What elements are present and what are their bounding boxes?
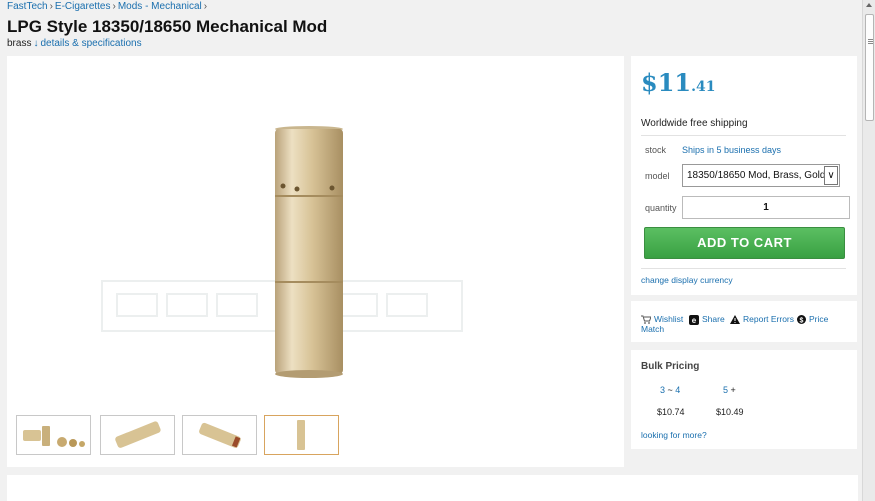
quantity-input[interactable]: 1 [682, 196, 850, 219]
bulk-tier-2-price: $10.49 [716, 407, 744, 417]
thumbnail-4[interactable] [264, 415, 339, 455]
stock-value: Ships in 5 business days [682, 145, 782, 155]
price-cents: .41 [691, 79, 716, 95]
breadcrumb-ecigarettes[interactable]: E-Cigarettes [55, 1, 111, 12]
grip-icon [868, 39, 873, 40]
price-dollars: $11 [641, 68, 692, 97]
wishlist-label: Wishlist [654, 314, 684, 324]
product-subtitle: brass ↓ details & specifications [7, 38, 142, 49]
thumbnail-2[interactable] [100, 415, 175, 455]
scrollbar-thumb[interactable] [865, 14, 874, 121]
svg-text:$: $ [800, 318, 804, 325]
quantity-label: quantity [645, 203, 677, 213]
breadcrumb: FastTech › E-Cigarettes › Mods - Mechanical › [7, 1, 209, 12]
thumbnail-image [23, 426, 85, 447]
page-title: LPG Style 18350/18650 Mechanical Mod [7, 17, 328, 36]
model-selected-value: 18350/18650 Mod, Brass, Gold [687, 170, 826, 181]
share-label: Share [702, 314, 725, 324]
stock-label: stock [645, 145, 667, 155]
main-product-image [101, 126, 463, 378]
price-match-label: Price [809, 314, 829, 324]
product-image-panel [7, 56, 624, 467]
thumbnail-1[interactable] [16, 415, 91, 455]
price-match-label-2[interactable]: Match [641, 324, 664, 334]
warning-icon [730, 315, 740, 325]
report-errors-link[interactable]: Report Errors [730, 314, 795, 325]
bulk-tier-2-sep: + [728, 385, 736, 395]
breadcrumb-separator: › [203, 1, 208, 12]
bulk-tier-2-qty: 5 + [723, 385, 736, 395]
breadcrumb-separator: › [49, 1, 53, 12]
shipping-note: Worldwide free shipping [641, 118, 748, 129]
share-link[interactable]: e Share [689, 314, 725, 325]
bulk-pricing-title: Bulk Pricing [641, 361, 700, 372]
share-icon: e [689, 314, 699, 325]
add-to-cart-button[interactable]: ADD TO CART [644, 227, 845, 259]
actions-panel: Wishlist e Share Report Errors $ Price Mat… [631, 301, 857, 342]
price: $11.41 [641, 68, 715, 97]
thumbnail-3[interactable] [182, 415, 257, 455]
bulk-tier-1-to: 4 [675, 385, 681, 395]
purchase-panel: $11.41 Worldwide free shipping stock Shi… [631, 56, 857, 295]
looking-for-more-link[interactable]: looking for more? [641, 430, 707, 440]
thumbnail-image [115, 421, 161, 448]
wishlist-link[interactable]: Wishlist [641, 314, 684, 325]
divider [641, 268, 846, 269]
thumbnail-image [199, 422, 241, 448]
price-match-link[interactable]: $ Price [797, 314, 829, 325]
details-link[interactable]: details & specifications [40, 38, 141, 49]
down-arrow-icon[interactable]: ↓ [33, 38, 38, 49]
change-currency-link[interactable]: change display currency [641, 275, 733, 285]
bulk-tier-1-qty: 3 ~ 4 [660, 385, 680, 395]
dollar-icon: $ [797, 315, 806, 325]
chevron-down-icon[interactable]: ∨ [824, 166, 838, 185]
svg-text:e: e [692, 316, 697, 325]
bulk-tier-1-price: $10.74 [657, 407, 685, 417]
cart-icon [641, 315, 651, 325]
vertical-scrollbar[interactable] [862, 0, 875, 501]
thumbnail-image [297, 420, 305, 450]
model-select[interactable]: 18350/18650 Mod, Brass, Gold ∨ [682, 164, 840, 187]
model-label: model [645, 171, 670, 181]
scroll-up-icon[interactable] [866, 3, 872, 7]
breadcrumb-mods-mechanical[interactable]: Mods - Mechanical [118, 1, 202, 12]
breadcrumb-separator: › [112, 1, 116, 12]
bulk-tier-1-sep: ~ [665, 385, 676, 395]
variant-label: brass [7, 38, 32, 49]
divider [641, 135, 846, 136]
below-fold-section [7, 475, 858, 501]
breadcrumb-fasttech[interactable]: FastTech [7, 1, 48, 12]
report-errors-label: Report Errors [743, 314, 795, 324]
bulk-pricing-panel: Bulk Pricing 3 ~ 4 5 + $10.74 $10.49 loo… [631, 350, 857, 449]
